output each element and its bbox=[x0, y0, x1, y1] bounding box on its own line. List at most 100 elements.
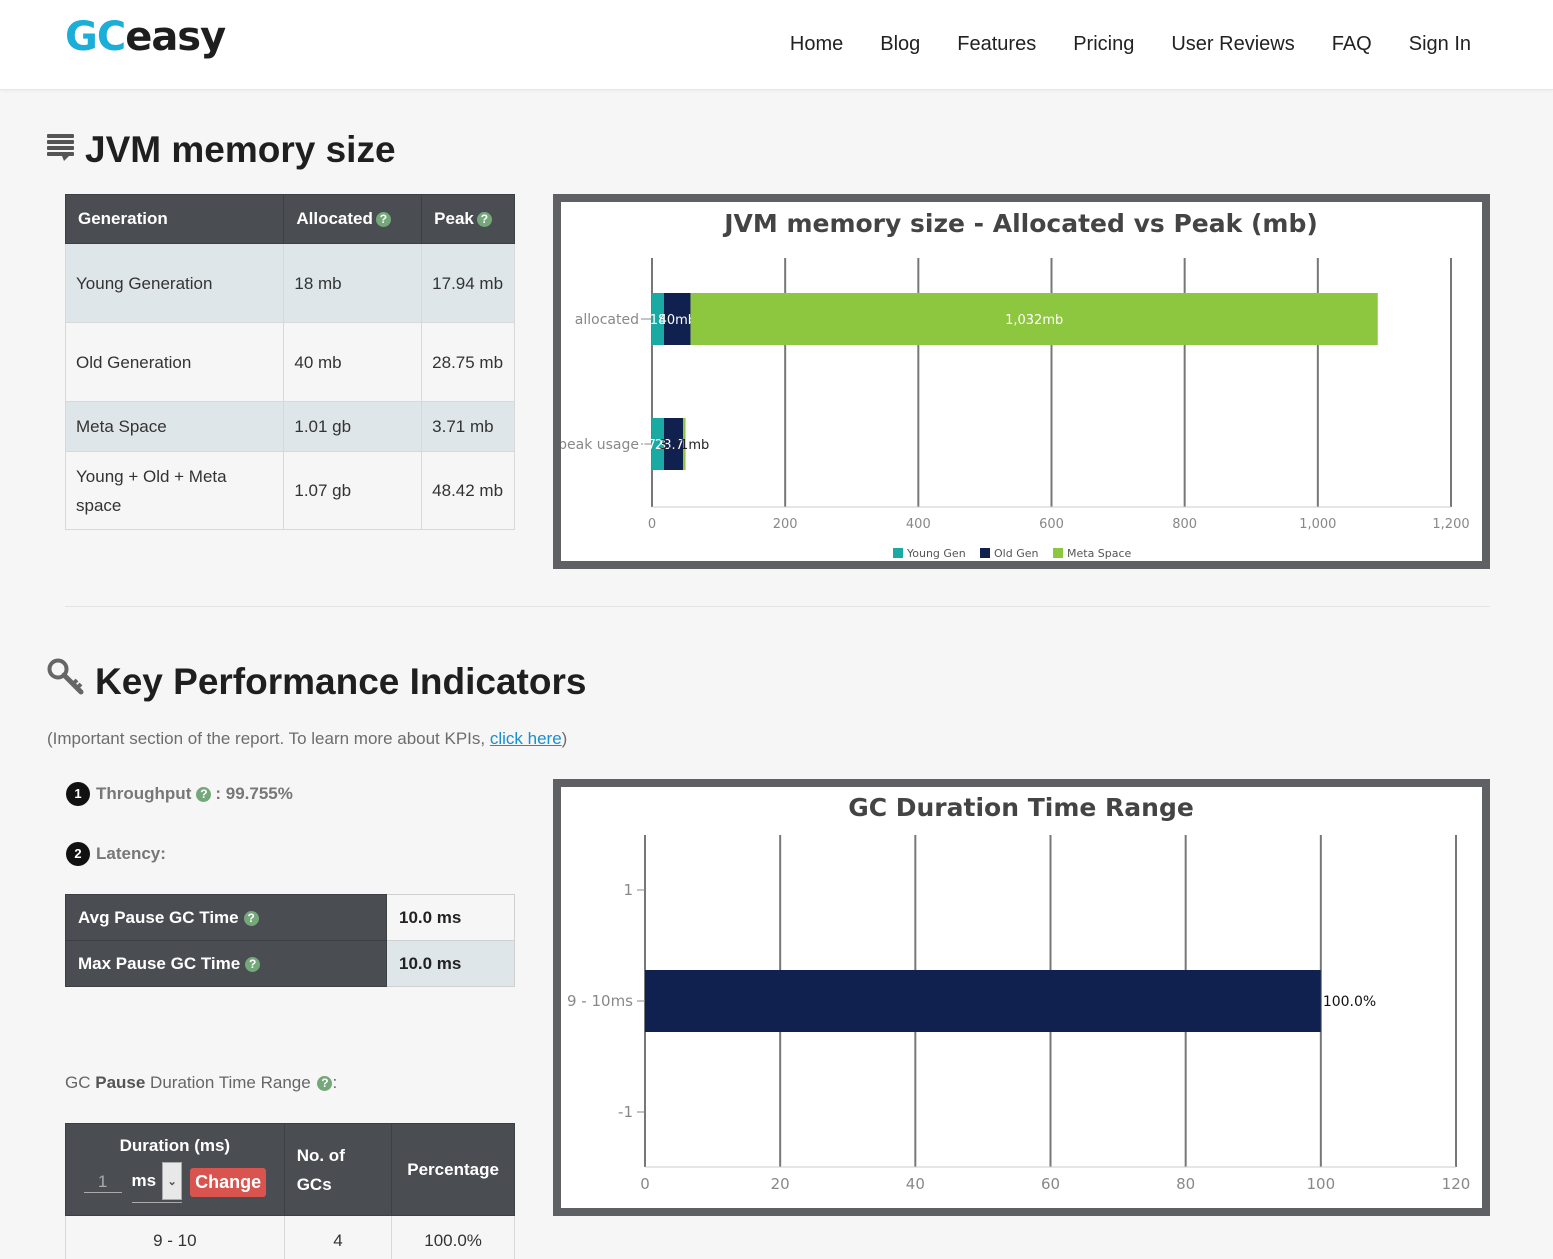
kpi-learn-more-link[interactable]: click here bbox=[490, 729, 562, 748]
key-icon bbox=[47, 658, 85, 705]
nav-blog[interactable]: Blog bbox=[880, 33, 920, 56]
legend-label: Meta Space bbox=[1067, 547, 1132, 560]
logo-easy: easy bbox=[125, 14, 226, 60]
legend-swatch bbox=[893, 548, 903, 558]
table-row: Max Pause GC Time? 10.0 ms bbox=[65, 940, 515, 987]
nav-faq[interactable]: FAQ bbox=[1332, 33, 1372, 56]
table-row: Avg Pause GC Time? 10.0 ms bbox=[65, 894, 515, 941]
latency-label: Latency: bbox=[96, 844, 166, 863]
throughput-line: 1 Throughput ? : 99.755% bbox=[66, 782, 293, 806]
help-icon[interactable]: ? bbox=[243, 910, 259, 926]
col-percentage: Percentage bbox=[391, 1123, 515, 1216]
x-tick-label: 120 bbox=[1442, 1175, 1471, 1193]
bar-data-label: 3.71mb bbox=[659, 438, 709, 453]
x-tick-label: 1,200 bbox=[1432, 517, 1469, 532]
cell-gc-count: 4 bbox=[283, 1215, 393, 1259]
y-tick-label: 1 bbox=[623, 881, 633, 899]
unit-value-input[interactable]: 1 bbox=[83, 1172, 122, 1193]
x-tick-label: 100 bbox=[1307, 1175, 1336, 1193]
bar-data-label: 40mb bbox=[659, 313, 696, 328]
memory-section-title: JVM memory size bbox=[47, 128, 396, 171]
avg-pause-label-text: Avg Pause GC Time bbox=[78, 907, 239, 927]
unit-select-value: ms bbox=[131, 1171, 157, 1190]
help-icon[interactable]: ? bbox=[245, 956, 261, 972]
legend-label: Young Gen bbox=[906, 547, 966, 560]
bar-data-label: 1,032mb bbox=[1005, 313, 1063, 328]
unit-select[interactable]: ms ⌄ bbox=[131, 1162, 183, 1203]
kpi-title-text: Key Performance Indicators bbox=[95, 660, 587, 702]
cell-peak: 17.94 mb bbox=[421, 243, 515, 323]
avg-pause-value: 10.0 ms bbox=[386, 894, 515, 941]
memory-table: Generation Allocated? Peak? Young Genera… bbox=[64, 194, 515, 530]
x-tick-label: 1,000 bbox=[1299, 517, 1336, 532]
gc-duration-chart: GC Duration Time Range 0 20 40 60 80 100 120 1 9… bbox=[567, 793, 1471, 1193]
col-peak-label: Peak bbox=[434, 209, 474, 228]
nav-pricing[interactable]: Pricing bbox=[1073, 33, 1134, 56]
y-tick-label: -1 bbox=[618, 1103, 633, 1121]
nav-sign-in[interactable]: Sign In bbox=[1409, 33, 1471, 56]
unit-controls: 1 ms ⌄ Change bbox=[66, 1162, 284, 1203]
legend-label: Old Gen bbox=[994, 547, 1038, 560]
range-label-c: Duration Time Range bbox=[145, 1073, 311, 1092]
legend-swatch bbox=[1053, 548, 1063, 558]
x-tick-label: 400 bbox=[906, 517, 931, 532]
change-unit-button[interactable]: Change bbox=[190, 1168, 267, 1197]
x-tick-label: 60 bbox=[1041, 1175, 1060, 1193]
latency-line: 2 Latency: bbox=[66, 842, 166, 866]
cell-peak: 48.42 mb bbox=[421, 451, 515, 530]
cell-generation: Meta Space bbox=[64, 401, 285, 452]
throughput-value: : 99.755% bbox=[215, 784, 293, 803]
col-gc-count: No. of GCs bbox=[283, 1123, 393, 1216]
y-category-label: allocated bbox=[575, 312, 639, 328]
nav-user-reviews[interactable]: User Reviews bbox=[1171, 33, 1294, 56]
memory-title-text: JVM memory size bbox=[85, 128, 396, 170]
cell-percentage: 100.0% bbox=[391, 1215, 515, 1259]
help-icon[interactable]: ? bbox=[196, 786, 212, 802]
cell-peak: 28.75 mb bbox=[421, 322, 515, 402]
duration-table-header: Duration (ms) 1 ms ⌄ Change No. of GCs P… bbox=[65, 1123, 515, 1216]
section-divider bbox=[65, 606, 1490, 607]
max-pause-label: Max Pause GC Time? bbox=[65, 940, 387, 987]
top-navbar: GCeasy Home Blog Features Pricing User R… bbox=[0, 0, 1553, 90]
table-row: 9 - 10 4 100.0% bbox=[65, 1215, 515, 1259]
col-gc-count-line2: GCs bbox=[296, 1174, 332, 1194]
duration-table: Duration (ms) 1 ms ⌄ Change No. of GCs P… bbox=[65, 1123, 515, 1259]
gceasy-logo[interactable]: GCeasy bbox=[65, 14, 226, 60]
memory-chart: JVM memory size - Allocated vs Peak (mb)… bbox=[558, 209, 1470, 560]
pause-duration-range-label: GC Pause Duration Time Range ?: bbox=[65, 1073, 337, 1093]
avg-pause-label: Avg Pause GC Time? bbox=[65, 894, 387, 941]
table-row: Young + Old + Meta space 1.07 gb 48.42 m… bbox=[64, 451, 515, 530]
logo-gc: GC bbox=[65, 14, 126, 60]
bar-data-label: 100.0% bbox=[1323, 994, 1376, 1010]
memory-stack-icon bbox=[47, 128, 75, 171]
cell-generation: Young Generation bbox=[64, 243, 285, 323]
help-icon[interactable]: ? bbox=[375, 212, 391, 227]
memory-table-header: Generation Allocated? Peak? bbox=[64, 194, 515, 244]
kpi-section-title: Key Performance Indicators bbox=[47, 658, 586, 705]
kpi-subtext-before: (Important section of the report. To lea… bbox=[47, 729, 490, 748]
nav-home[interactable]: Home bbox=[790, 33, 843, 56]
x-tick-label: 40 bbox=[906, 1175, 925, 1193]
table-row: Young Generation 18 mb 17.94 mb bbox=[64, 243, 515, 323]
help-icon[interactable]: ? bbox=[317, 1076, 333, 1091]
cell-allocated: 1.07 gb bbox=[283, 451, 423, 530]
col-duration-label: Duration (ms) bbox=[119, 1136, 231, 1155]
help-icon[interactable]: ? bbox=[476, 212, 492, 227]
max-pause-label-text: Max Pause GC Time bbox=[78, 953, 241, 973]
x-tick-label: 800 bbox=[1172, 517, 1197, 532]
y-tick-label: 9 - 10ms bbox=[567, 992, 633, 1010]
memory-chart-frame: JVM memory size - Allocated vs Peak (mb)… bbox=[553, 194, 1490, 569]
nav-features[interactable]: Features bbox=[957, 33, 1036, 56]
x-tick-label: 200 bbox=[773, 517, 798, 532]
cell-generation: Young + Old + Meta space bbox=[64, 451, 285, 530]
latency-number-badge: 2 bbox=[66, 842, 90, 866]
cell-generation: Old Generation bbox=[64, 322, 285, 402]
throughput-number-badge: 1 bbox=[66, 782, 90, 806]
col-generation: Generation bbox=[64, 194, 285, 244]
chart-title: GC Duration Time Range bbox=[848, 793, 1194, 822]
legend-swatch bbox=[980, 548, 990, 558]
range-label-a: GC bbox=[65, 1073, 96, 1092]
chart-title: JVM memory size - Allocated vs Peak (mb) bbox=[722, 209, 1318, 238]
x-tick-label: 600 bbox=[1039, 517, 1064, 532]
col-peak: Peak? bbox=[421, 194, 515, 244]
